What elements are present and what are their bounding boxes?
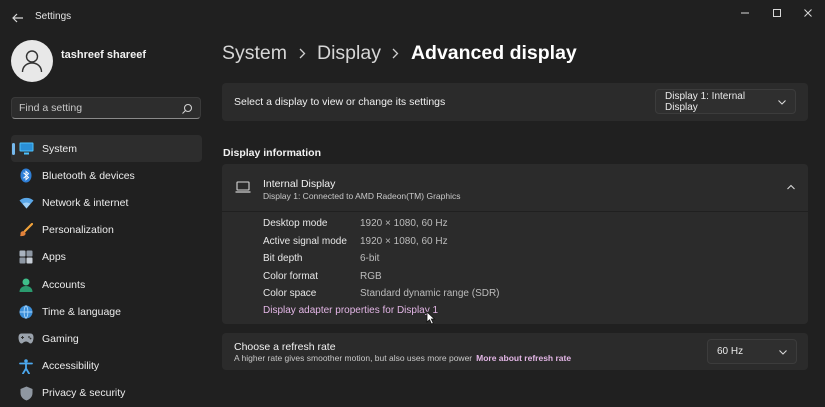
maximize-button[interactable]: [763, 4, 791, 22]
system-icon: [18, 141, 34, 157]
page-title: Advanced display: [410, 41, 577, 64]
search-icon[interactable]: [181, 103, 193, 115]
adapter-properties-link[interactable]: Display adapter properties for Display 1: [263, 305, 438, 316]
display-dropdown-value: Display 1: Internal Display: [665, 90, 746, 113]
sidebar-item-label: Time & language: [42, 305, 121, 318]
chevron-up-icon[interactable]: [786, 183, 796, 191]
user-icon: [21, 50, 43, 73]
refresh-rate-title: Choose a refresh rate: [234, 341, 336, 353]
breadcrumb-system[interactable]: System: [222, 42, 287, 65]
display-info-subtitle: Display 1: Connected to AMD Radeon(TM) G…: [263, 191, 461, 201]
laptop-icon: [235, 181, 251, 193]
display-info-body: Desktop mode 1920 × 1080, 60 Hz Active s…: [222, 212, 808, 325]
mouse-cursor-icon: [426, 311, 436, 325]
property-name: Color space: [263, 288, 317, 299]
refresh-rate-link[interactable]: More about refresh rate: [476, 353, 571, 363]
sidebar-item-label: Privacy & security: [42, 387, 126, 400]
property-value: 1920 × 1080, 60 Hz: [360, 235, 448, 247]
app-title: Settings: [35, 11, 72, 22]
globe-icon: [18, 304, 34, 320]
display-info-header[interactable]: Internal Display Display 1: Connected to…: [222, 164, 808, 211]
sidebar-item-personalization[interactable]: Personalization: [11, 217, 202, 244]
property-value: RGB: [360, 270, 382, 282]
back-arrow-icon: [12, 13, 23, 23]
bluetooth-icon: [18, 168, 34, 184]
display-select-card: Select a display to view or change its s…: [222, 83, 808, 121]
display-info-title: Internal Display: [263, 178, 336, 190]
section-title: Display information: [223, 147, 322, 159]
property-value: Standard dynamic range (SDR): [360, 288, 500, 299]
sidebar-item-label: System: [42, 142, 78, 155]
sidebar-item-apps[interactable]: Apps: [11, 244, 202, 271]
back-button[interactable]: [8, 8, 28, 28]
property-name: Desktop mode: [263, 218, 328, 229]
sidebar-item-label: Network & internet: [42, 196, 129, 209]
sidebar-item-label: Personalization: [42, 224, 114, 237]
refresh-rate-description-text: A higher rate gives smoother motion, but…: [234, 353, 473, 363]
search-input[interactable]: [19, 100, 179, 116]
avatar[interactable]: [11, 40, 53, 82]
refresh-rate-description: A higher rate gives smoother motion, but…: [234, 353, 571, 363]
chevron-right-icon: [387, 47, 405, 59]
user-name: tashreef shareef: [61, 49, 146, 61]
sidebar-item-label: Apps: [42, 251, 66, 264]
breadcrumb: System Display Advanced display: [222, 39, 577, 67]
close-icon: [804, 9, 812, 17]
sidebar-item-privacy[interactable]: Privacy & security: [11, 380, 202, 407]
sidebar-item-system[interactable]: System: [11, 135, 202, 163]
minimize-button[interactable]: [731, 4, 759, 22]
chevron-right-icon: [293, 47, 311, 59]
accounts-icon: [18, 277, 34, 293]
sidebar-item-accounts[interactable]: Accounts: [11, 271, 202, 298]
sidebar-item-network[interactable]: Network & internet: [11, 189, 202, 216]
accessibility-icon: [18, 358, 34, 374]
sidebar-item-accessibility[interactable]: Accessibility: [11, 353, 202, 380]
apps-icon: [18, 249, 34, 265]
sidebar-item-label: Accounts: [42, 278, 86, 291]
property-name: Color format: [263, 270, 319, 282]
sidebar-item-bluetooth[interactable]: Bluetooth & devices: [11, 162, 202, 189]
display-dropdown[interactable]: Display 1: Internal Display: [655, 89, 796, 114]
gamepad-icon: [18, 331, 34, 347]
property-value: 6-bit: [360, 253, 380, 264]
search-box[interactable]: [11, 97, 201, 119]
shield-icon: [18, 385, 34, 401]
sidebar-item-time-language[interactable]: Time & language: [11, 298, 202, 325]
sidebar-nav: System Bluetooth & devices Network & int…: [11, 135, 202, 407]
property-name: Bit depth: [263, 253, 303, 264]
maximize-icon: [773, 9, 781, 17]
chevron-down-icon: [779, 349, 787, 355]
minimize-icon: [741, 12, 749, 14]
close-button[interactable]: [794, 4, 822, 22]
display-select-label: Select a display to view or change its s…: [234, 96, 446, 108]
title-bar: Settings: [0, 0, 825, 34]
brush-icon: [18, 222, 34, 238]
refresh-rate-value: 60 Hz: [717, 346, 744, 357]
refresh-rate-card: Choose a refresh rate A higher rate give…: [222, 333, 808, 370]
sidebar-item-label: Gaming: [42, 332, 79, 345]
sidebar-item-label: Accessibility: [42, 360, 100, 373]
refresh-rate-dropdown[interactable]: 60 Hz: [707, 339, 797, 364]
property-value: 1920 × 1080, 60 Hz: [360, 218, 448, 229]
sidebar-item-label: Bluetooth & devices: [42, 169, 135, 182]
wifi-icon: [18, 195, 34, 211]
breadcrumb-display[interactable]: Display: [317, 42, 381, 65]
chevron-down-icon: [778, 99, 786, 105]
sidebar-item-gaming[interactable]: Gaming: [11, 325, 202, 352]
property-name: Active signal mode: [263, 235, 347, 247]
